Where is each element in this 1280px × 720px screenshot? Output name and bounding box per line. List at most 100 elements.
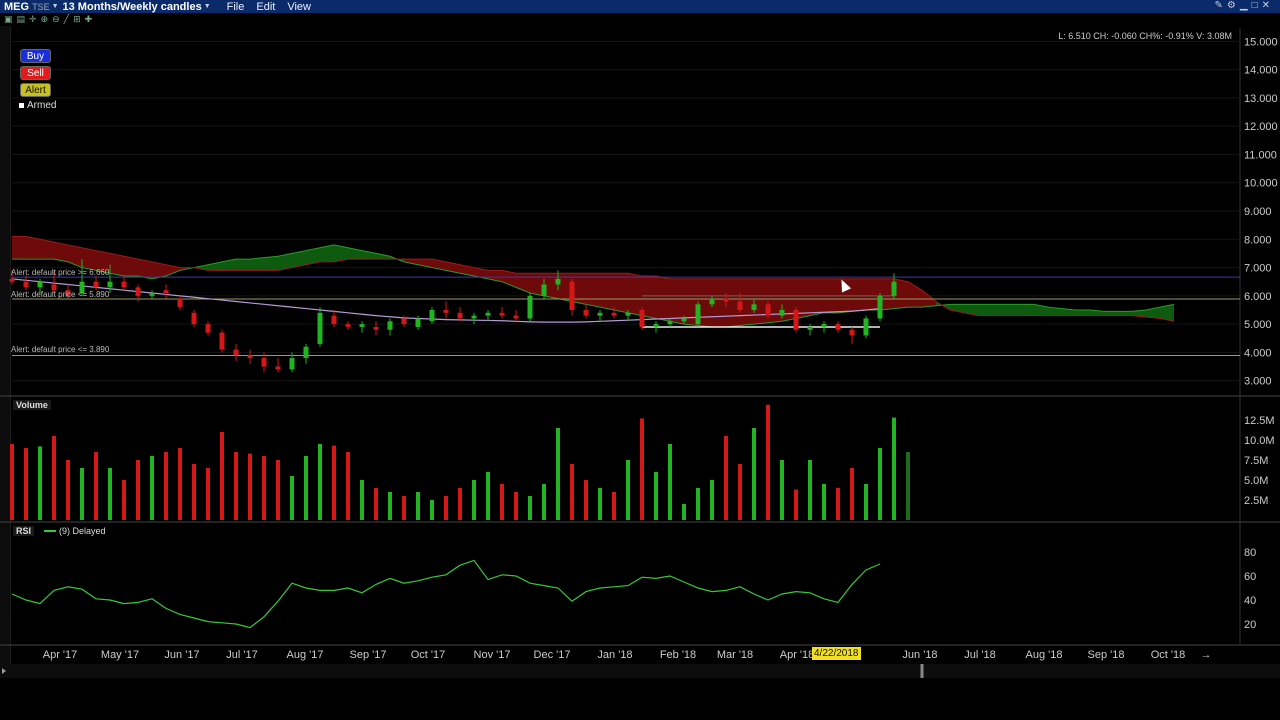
ichimoku-cloud-segment (82, 247, 96, 271)
candle-body (37, 281, 43, 288)
price-tick-label: 15.000 (1244, 36, 1278, 48)
rsi-panel-label[interactable]: RSI (13, 526, 35, 536)
volume-bar (682, 504, 686, 520)
candle-body (401, 318, 407, 325)
rsi-params[interactable]: (9) Delayed (44, 526, 106, 536)
candle-body (457, 312, 463, 319)
volume-bar (178, 448, 182, 520)
candle-body (345, 324, 351, 327)
candle-body (93, 281, 99, 288)
alert-button[interactable]: Alert (20, 83, 51, 97)
ichimoku-cloud-segment (1006, 304, 1020, 316)
chart-canvas[interactable]: 15.000 14.000 13.000 12.000 11.000 10.000 9.00… (0, 0, 1280, 720)
candle-body (793, 309, 799, 330)
ichimoku-cloud-segment (110, 253, 124, 277)
buy-button[interactable]: Buy (20, 49, 51, 63)
volume-bar (374, 488, 378, 520)
candle-body (541, 284, 547, 296)
ichimoku-cloud-segment (26, 236, 40, 260)
alert-label-high[interactable]: Alert: default price >= 6.660 (11, 268, 109, 277)
alert-label-low[interactable]: Alert: default price <= 3.890 (11, 345, 109, 354)
volume-bar (430, 500, 434, 520)
candle-body (611, 312, 617, 316)
ichimoku-cloud-segment (586, 273, 600, 308)
candle-body (695, 304, 701, 325)
ichimoku-cloud-segment (1118, 311, 1132, 316)
volume-bar (836, 488, 840, 520)
volume-bar (892, 417, 896, 520)
volume-bar (220, 432, 224, 520)
volume-bar (724, 436, 728, 520)
volume-bar (388, 492, 392, 520)
x-tick-label: Nov '17 (474, 649, 511, 661)
candle-body (779, 309, 785, 316)
price-tick-label: 8.000 (1244, 234, 1272, 246)
rsi-tick-label: 60 (1244, 571, 1256, 583)
volume-bar (94, 452, 98, 520)
candle-body (359, 324, 365, 327)
candle-body (415, 318, 421, 327)
rsi-tick-label: 80 (1244, 547, 1256, 559)
price-tick-label: 6.000 (1244, 291, 1272, 303)
armed-checkbox-icon[interactable] (19, 102, 24, 108)
volume-bar (808, 460, 812, 520)
volume-bar (318, 444, 322, 520)
volume-bar (360, 480, 364, 520)
volume-bar (556, 428, 560, 520)
volume-bar (192, 464, 196, 520)
candle-body (625, 312, 631, 316)
volume-bar (444, 496, 448, 520)
candle-body (639, 309, 645, 327)
candle-body (387, 321, 393, 330)
candle-body (499, 312, 505, 316)
ichimoku-cloud-segment (628, 273, 642, 316)
x-tick-label: Mar '18 (717, 649, 753, 661)
ichimoku-cloud-segment (12, 236, 26, 260)
rsi-line-swatch (44, 530, 56, 532)
candle-body (709, 298, 715, 305)
candle-body (821, 324, 827, 327)
ichimoku-cloud-segment (852, 278, 866, 312)
price-tick-label: 11.000 (1244, 149, 1277, 161)
x-tick-label: Jun '18 (902, 649, 937, 661)
volume-bar (752, 428, 756, 520)
volume-bar (304, 456, 308, 520)
scroll-right-icon: → (1201, 649, 1212, 661)
volume-bar (24, 448, 28, 520)
ichimoku-cloud-segment (614, 273, 628, 313)
candle-body (863, 318, 869, 336)
volume-bar (108, 468, 112, 520)
ichimoku-cloud-segment (54, 242, 68, 262)
candle-body (303, 346, 309, 359)
quote-readout: L: 6.510 CH: -0.060 CH%: -0.91% V: 3.08M (1058, 31, 1232, 41)
volume-bar (80, 468, 84, 520)
x-tick-label: Jan '18 (597, 649, 632, 661)
volume-bar (150, 456, 154, 520)
armed-indicator[interactable]: Armed (19, 100, 56, 111)
armed-label: Armed (27, 100, 57, 111)
volume-bar (640, 418, 644, 520)
rsi-tick-label: 40 (1244, 595, 1256, 607)
volume-bar (626, 460, 630, 520)
price-tick-label: 7.000 (1244, 263, 1272, 275)
candle-body (807, 326, 813, 330)
candle-body (429, 309, 435, 322)
volume-panel-label[interactable]: Volume (13, 400, 51, 410)
candle-body (9, 278, 15, 282)
x-tick-label: Sep '18 (1088, 649, 1125, 661)
alert-label-mid[interactable]: Alert: default price <= 5.890 (11, 290, 109, 299)
candle-body (583, 309, 589, 316)
ichimoku-cloud-segment (992, 304, 1006, 316)
volume-tick-label: 5.0M (1244, 475, 1268, 487)
x-tick-label: May '17 (101, 649, 139, 661)
candle-body (849, 329, 855, 336)
volume-bar (654, 472, 658, 520)
candle-body (471, 315, 477, 319)
ichimoku-cloud-segment (1076, 309, 1090, 316)
x-tick-label: Jun '17 (164, 649, 199, 661)
sell-button[interactable]: Sell (20, 66, 51, 80)
volume-bar (528, 496, 532, 520)
candle-body (555, 278, 561, 285)
x-tick-label: Jul '18 (964, 649, 995, 661)
candle-body (569, 281, 575, 310)
